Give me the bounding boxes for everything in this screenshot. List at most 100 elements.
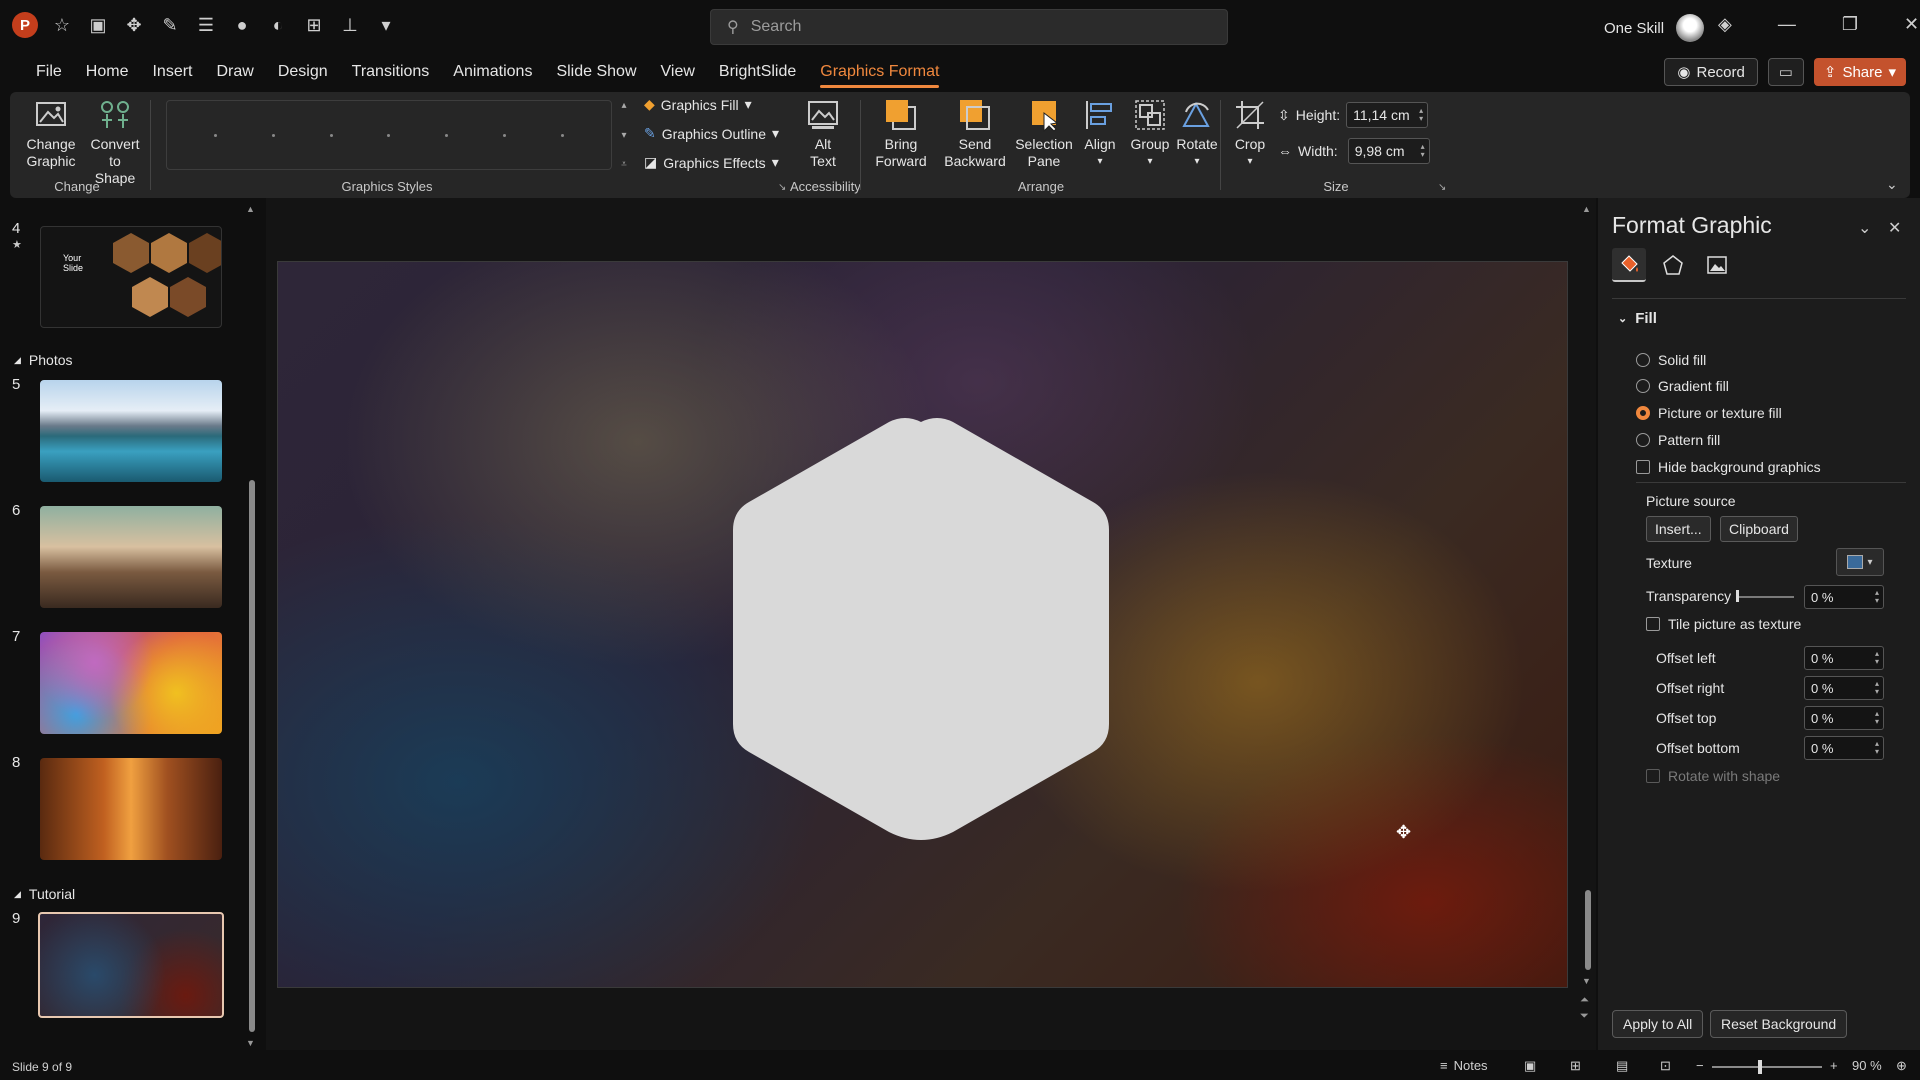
distribute-icon[interactable]: ⊞ — [302, 13, 326, 37]
selection-pane-button[interactable]: Selection Pane — [1014, 96, 1074, 170]
next-slide-icon[interactable]: ⏷ — [1580, 1010, 1589, 1023]
collapse-triangle-icon[interactable]: ◢ — [14, 889, 21, 900]
solid-fill-option[interactable]: Solid fill — [1636, 352, 1706, 368]
alt-text-button[interactable]: Alt Text — [796, 96, 850, 170]
tab-home[interactable]: Home — [74, 54, 141, 90]
style-preset[interactable] — [329, 133, 333, 137]
tab-design[interactable]: Design — [266, 54, 340, 90]
transparency-slider[interactable] — [1736, 596, 1794, 598]
slide-thumbnail-6[interactable] — [40, 506, 222, 608]
dialog-launcher-icon[interactable]: ↘ — [1438, 182, 1446, 193]
tab-brightslide[interactable]: BrightSlide — [707, 54, 808, 90]
offset-bottom-input[interactable]: 0 % ▴ ▾ — [1804, 736, 1884, 760]
checkbox[interactable] — [1646, 617, 1660, 631]
zoom-slider-knob[interactable] — [1758, 1060, 1762, 1074]
comments-button[interactable]: ▭ — [1767, 58, 1804, 86]
slide-thumbnail-5[interactable] — [40, 380, 222, 482]
align-button[interactable]: Align ▾ — [1076, 96, 1124, 170]
minimize-icon[interactable]: — — [1778, 14, 1796, 35]
tab-draw[interactable]: Draw — [204, 54, 265, 90]
apply-to-all-button[interactable]: Apply to All — [1612, 1010, 1704, 1038]
hexagon-graphic[interactable] — [731, 414, 1111, 840]
avatar[interactable] — [1676, 14, 1705, 42]
slide-thumbnail-9-selected[interactable] — [38, 912, 224, 1018]
fill-section-header[interactable]: ⌄ Fill — [1618, 310, 1657, 327]
gallery-down-icon[interactable]: ▾ — [621, 130, 626, 141]
slide-thumbnail-4[interactable]: Your Slide — [40, 226, 222, 328]
radio-button[interactable] — [1636, 379, 1650, 393]
spinner-icon[interactable]: ▴ ▾ — [1875, 740, 1879, 756]
thumbnail-scrollbar[interactable]: ▲ ▼ — [246, 204, 258, 1050]
clipboard-button[interactable]: Clipboard — [1720, 516, 1798, 542]
spinner-icon[interactable]: ▴ ▾ — [1875, 589, 1879, 605]
width-input[interactable]: 9,98 cm ▴ ▾ — [1347, 138, 1430, 164]
scrollbar-thumb[interactable] — [249, 480, 255, 1032]
tile-texture-option[interactable]: Tile picture as texture — [1646, 616, 1801, 632]
scroll-up-icon[interactable]: ▲ — [246, 204, 255, 214]
change-graphic-button[interactable]: Change Graphic — [20, 96, 82, 170]
gradient-fill-option[interactable]: Gradient fill — [1636, 378, 1729, 394]
zoom-level[interactable]: 90 % — [1852, 1058, 1882, 1073]
pen-icon[interactable]: ✎ — [158, 13, 182, 37]
tab-view[interactable]: View — [649, 54, 707, 90]
scrollbar-thumb[interactable] — [1585, 890, 1591, 970]
convert-to-shape-button[interactable]: Convert to Shape — [86, 96, 144, 187]
gallery-more-icon[interactable]: ⩡ — [621, 159, 627, 170]
graphics-effects-button[interactable]: ◪ Graphics Effects ▾ — [644, 154, 779, 171]
circle-icon[interactable]: ● — [230, 13, 254, 37]
section-tutorial[interactable]: ◢ Tutorial — [14, 886, 75, 902]
scroll-down-icon[interactable]: ▼ — [246, 1038, 255, 1048]
slide-thumbnail-8[interactable] — [40, 758, 222, 860]
tab-insert[interactable]: Insert — [140, 54, 204, 90]
previous-slide-icon[interactable]: ⏶ — [1580, 994, 1589, 1007]
crop-button[interactable]: Crop ▾ — [1228, 96, 1272, 170]
checkbox[interactable] — [1636, 460, 1650, 474]
offset-top-input[interactable]: 0 % ▴ ▾ — [1804, 706, 1884, 730]
insert-picture-button[interactable]: Insert... — [1646, 516, 1711, 542]
graphics-styles-gallery[interactable] — [166, 100, 612, 170]
tab-animations[interactable]: Animations — [441, 54, 544, 90]
texture-picker[interactable]: ▾ — [1836, 548, 1884, 576]
share-button[interactable]: ⇪ Share ▾ — [1813, 58, 1906, 86]
picture-fill-option[interactable]: Picture or texture fill — [1636, 405, 1782, 421]
tab-fill-line[interactable] — [1612, 248, 1646, 282]
picture-icon[interactable]: ▣ — [86, 13, 110, 37]
tab-effects[interactable] — [1656, 248, 1690, 282]
rotate-with-shape-option[interactable]: Rotate with shape — [1646, 768, 1780, 784]
spinner-icon[interactable]: ▴ ▾ — [1875, 650, 1879, 666]
tab-slide-show[interactable]: Slide Show — [544, 54, 648, 90]
favorite-icon[interactable]: ☆ — [50, 13, 74, 37]
style-preset[interactable] — [387, 133, 391, 137]
reading-view-icon[interactable]: ▤ — [1616, 1058, 1628, 1074]
current-slide[interactable]: ✥ — [277, 261, 1568, 988]
slideshow-icon[interactable]: ⊡ — [1660, 1058, 1671, 1074]
hide-background-option[interactable]: Hide background graphics — [1636, 459, 1821, 475]
notes-button[interactable]: ≡ Notes — [1440, 1058, 1488, 1073]
graphics-fill-button[interactable]: ◆ Graphics Fill ▾ — [644, 96, 752, 113]
customize-toolbar-icon[interactable]: ▾ — [374, 13, 398, 37]
section-photos[interactable]: ◢ Photos — [14, 352, 73, 368]
record-button[interactable]: ◉ Record — [1664, 58, 1758, 86]
chevron-down-icon[interactable]: ▾ — [1888, 63, 1896, 81]
close-icon[interactable]: ✕ — [1888, 218, 1901, 238]
slide-sorter-icon[interactable]: ⊞ — [1570, 1058, 1581, 1074]
spinner-icon[interactable]: ▴ ▾ — [1421, 143, 1425, 159]
restore-icon[interactable]: ❐ — [1842, 14, 1858, 35]
style-preset[interactable] — [445, 133, 449, 137]
collapse-triangle-icon[interactable]: ◢ — [14, 355, 21, 366]
graphics-outline-button[interactable]: ✎ Graphics Outline ▾ — [644, 125, 779, 142]
gallery-up-icon[interactable]: ▴ — [621, 100, 626, 111]
tab-file[interactable]: File — [24, 54, 74, 90]
offset-left-input[interactable]: 0 % ▴ ▾ — [1804, 646, 1884, 670]
canvas-scrollbar[interactable]: ▲ ▼ ⏶ ⏷ — [1580, 204, 1594, 1024]
offset-right-input[interactable]: 0 % ▴ ▾ — [1804, 676, 1884, 700]
tab-transitions[interactable]: Transitions — [340, 54, 442, 90]
fit-to-window-icon[interactable]: ⊕ — [1896, 1058, 1907, 1074]
pattern-fill-option[interactable]: Pattern fill — [1636, 432, 1720, 448]
style-preset[interactable] — [272, 133, 276, 137]
pane-options-icon[interactable]: ⌄ — [1858, 218, 1871, 238]
close-icon[interactable]: ✕ — [1904, 14, 1919, 35]
transparency-slider-knob[interactable] — [1736, 590, 1739, 602]
list-icon[interactable]: ☰ — [194, 13, 218, 37]
radio-button[interactable] — [1636, 353, 1650, 367]
